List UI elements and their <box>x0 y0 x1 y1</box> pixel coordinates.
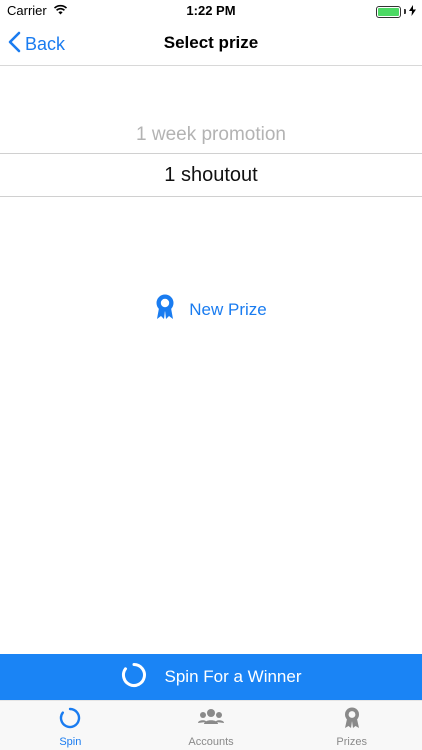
battery-icon <box>376 5 401 18</box>
tab-prizes-label: Prizes <box>336 736 367 748</box>
tab-accounts[interactable]: Accounts <box>141 701 282 750</box>
status-time: 1:22 PM <box>186 3 236 18</box>
status-right <box>376 4 416 19</box>
tab-spin[interactable]: Spin <box>0 701 141 750</box>
award-ribbon-icon <box>155 294 175 325</box>
picker-selected-label: 1 shoutout <box>164 163 258 186</box>
picker-selected-option[interactable]: 1 shoutout <box>0 153 422 197</box>
charging-bolt-icon <box>409 4 416 19</box>
people-icon <box>197 707 225 732</box>
tab-accounts-label: Accounts <box>188 736 234 748</box>
status-bar: Carrier 1:22 PM <box>0 0 422 22</box>
tab-prizes[interactable]: Prizes <box>281 701 422 750</box>
spin-label: Spin For a Winner <box>164 667 302 686</box>
award-ribbon-icon <box>343 707 361 732</box>
picker-option[interactable]: 1 week promotion <box>0 124 422 146</box>
spin-button[interactable]: Spin For a Winner <box>0 654 422 700</box>
spin-ring-icon <box>59 707 81 732</box>
new-prize-button[interactable]: New Prize <box>0 294 422 325</box>
spin-ring-icon <box>121 662 147 693</box>
new-prize-label: New Prize <box>189 299 267 319</box>
navigation-bar: Back Select prize <box>0 22 422 66</box>
battery-tip <box>404 9 406 14</box>
tab-bar: Spin Accounts Prizes <box>0 700 422 750</box>
page-title: Select prize <box>163 33 259 52</box>
tab-spin-label: Spin <box>59 736 82 748</box>
prize-picker[interactable]: 1 week promotion 1 shoutout <box>0 110 422 200</box>
